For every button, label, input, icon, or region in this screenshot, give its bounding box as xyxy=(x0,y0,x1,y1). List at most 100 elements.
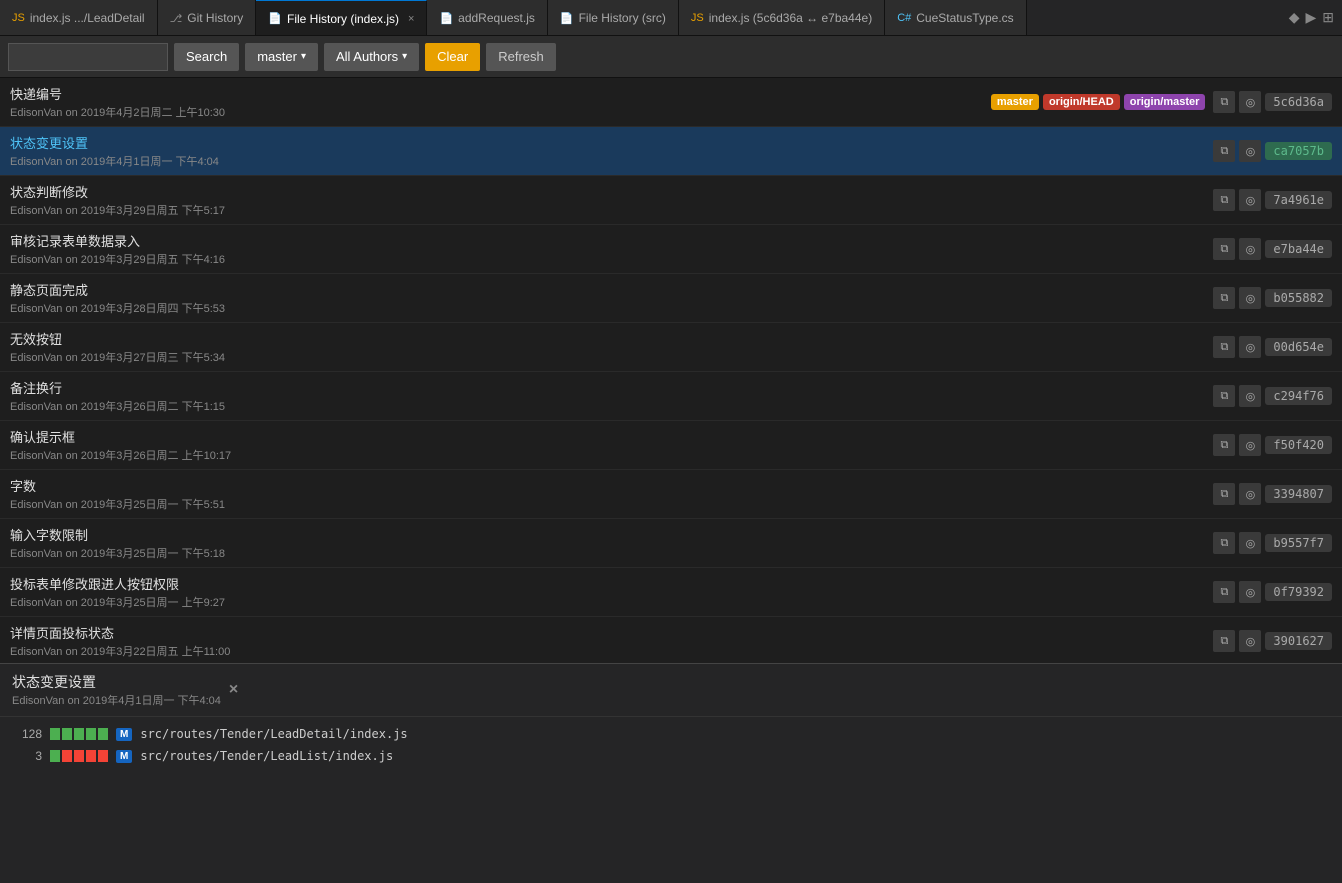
eye-icon[interactable]: ◎ xyxy=(1239,189,1261,211)
eye-icon[interactable]: ◎ xyxy=(1239,581,1261,603)
commit-meta: EdisonVan on 2019年4月1日周一 下午4:04 xyxy=(10,153,1205,169)
commit-hash: ca7057b xyxy=(1265,142,1332,160)
commit-row[interactable]: 状态变更设置EdisonVan on 2019年4月1日周一 下午4:04 ⧉◎c… xyxy=(0,127,1342,176)
eye-icon[interactable]: ◎ xyxy=(1239,287,1261,309)
commit-title: 审核记录表单数据录入 xyxy=(10,231,1205,250)
commit-hash: 5c6d36a xyxy=(1265,93,1332,111)
commit-list: 快递编号EdisonVan on 2019年4月2日周二 上午10:30mast… xyxy=(0,78,1342,663)
eye-icon[interactable]: ◎ xyxy=(1239,140,1261,162)
file-path[interactable]: src/routes/Tender/LeadDetail/index.js xyxy=(140,727,407,741)
bottom-panel-meta: EdisonVan on 2019年4月1日周一 下午4:04 xyxy=(12,692,221,708)
eye-icon[interactable]: ◎ xyxy=(1239,434,1261,456)
copy-icon[interactable]: ⧉ xyxy=(1213,91,1235,113)
file-stat: 128 xyxy=(12,727,42,741)
eye-icon[interactable]: ◎ xyxy=(1239,630,1261,652)
copy-icon[interactable]: ⧉ xyxy=(1213,581,1235,603)
authors-button[interactable]: All Authors ▾ xyxy=(324,43,419,71)
tab-cue-status[interactable]: C#CueStatusType.cs xyxy=(885,0,1026,36)
commit-row[interactable]: 静态页面完成EdisonVan on 2019年3月28日周四 下午5:53⧉◎… xyxy=(0,274,1342,323)
commit-title: 状态判断修改 xyxy=(10,182,1205,201)
commit-meta: EdisonVan on 2019年3月25日周一 下午5:51 xyxy=(10,496,1205,512)
tab-git-history[interactable]: ⎇Git History xyxy=(158,0,257,36)
file-path[interactable]: src/routes/Tender/LeadList/index.js xyxy=(140,749,393,763)
file-type-badge: M xyxy=(116,728,132,741)
tab-label-add-request: addRequest.js xyxy=(458,11,535,25)
copy-icon[interactable]: ⧉ xyxy=(1213,532,1235,554)
search-input[interactable] xyxy=(8,43,168,71)
file-row[interactable]: 3Msrc/routes/Tender/LeadList/index.js xyxy=(12,745,1330,767)
diamond-icon[interactable]: ◆ xyxy=(1289,9,1300,26)
commit-title: 确认提示框 xyxy=(10,427,1205,446)
commit-row[interactable]: 确认提示框EdisonVan on 2019年3月26日周二 上午10:17⧉◎… xyxy=(0,421,1342,470)
tab-icon-index-hash: JS xyxy=(691,12,704,24)
commit-meta: EdisonVan on 2019年4月2日周二 上午10:30 xyxy=(10,104,983,120)
eye-icon[interactable]: ◎ xyxy=(1239,91,1261,113)
tab-index-lead[interactable]: JS index.js .../LeadDetail xyxy=(0,0,158,36)
tab-label-git-history: Git History xyxy=(187,11,243,25)
tab-file-history-src[interactable]: 📄File History (src) xyxy=(548,0,679,36)
tab-icon-file-history-index: 📄 xyxy=(268,12,282,25)
clear-button[interactable]: Clear xyxy=(425,43,480,71)
copy-icon[interactable]: ⧉ xyxy=(1213,630,1235,652)
bottom-panel: 状态变更设置 EdisonVan on 2019年4月1日周一 下午4:04 ×… xyxy=(0,663,1342,883)
commit-row[interactable]: 审核记录表单数据录入EdisonVan on 2019年3月29日周五 下午4:… xyxy=(0,225,1342,274)
bottom-panel-files: 128 Msrc/routes/Tender/LeadDetail/index.j… xyxy=(0,717,1342,773)
copy-icon[interactable]: ⧉ xyxy=(1213,483,1235,505)
commit-title: 静态页面完成 xyxy=(10,280,1205,299)
commit-meta: EdisonVan on 2019年3月22日周五 上午11:00 xyxy=(10,643,1205,659)
eye-icon[interactable]: ◎ xyxy=(1239,385,1261,407)
commit-row[interactable]: 快递编号EdisonVan on 2019年4月2日周二 上午10:30mast… xyxy=(0,78,1342,127)
commit-row[interactable]: 详情页面投标状态EdisonVan on 2019年3月22日周五 上午11:0… xyxy=(0,617,1342,663)
commit-row[interactable]: 投标表单修改跟进人按钮权限EdisonVan on 2019年3月25日周一 上… xyxy=(0,568,1342,617)
commit-hash: c294f76 xyxy=(1265,387,1332,405)
commit-row[interactable]: 输入字数限制EdisonVan on 2019年3月25日周一 下午5:18⧉◎… xyxy=(0,519,1342,568)
commit-title: 状态变更设置 xyxy=(10,133,1205,152)
master-button[interactable]: master ▾ xyxy=(245,43,318,71)
commit-title: 无效按钮 xyxy=(10,329,1205,348)
file-type-badge: M xyxy=(116,750,132,763)
copy-icon[interactable]: ⧉ xyxy=(1213,336,1235,358)
grid-icon[interactable]: ⊞ xyxy=(1322,9,1334,26)
tab-add-request[interactable]: 📄addRequest.js xyxy=(427,0,547,36)
tab-close-file-history-index[interactable]: × xyxy=(408,13,414,25)
commit-hash: e7ba44e xyxy=(1265,240,1332,258)
commit-row[interactable]: 字数EdisonVan on 2019年3月25日周一 下午5:51⧉◎3394… xyxy=(0,470,1342,519)
commit-hash: 3901627 xyxy=(1265,632,1332,650)
commit-meta: EdisonVan on 2019年3月26日周二 下午1:15 xyxy=(10,398,1205,414)
eye-icon[interactable]: ◎ xyxy=(1239,532,1261,554)
master-caret-icon: ▾ xyxy=(301,51,306,62)
file-row[interactable]: 128 Msrc/routes/Tender/LeadDetail/index.j… xyxy=(12,723,1330,745)
commit-row[interactable]: 无效按钮EdisonVan on 2019年3月27日周三 下午5:34⧉◎00… xyxy=(0,323,1342,372)
eye-icon[interactable]: ◎ xyxy=(1239,238,1261,260)
copy-icon[interactable]: ⧉ xyxy=(1213,238,1235,260)
tab-icon-index-lead: JS xyxy=(12,12,25,24)
commit-title: 字数 xyxy=(10,476,1205,495)
bottom-panel-title: 状态变更设置 xyxy=(12,672,221,692)
copy-icon[interactable]: ⧉ xyxy=(1213,189,1235,211)
commit-meta: EdisonVan on 2019年3月25日周一 上午9:27 xyxy=(10,594,1205,610)
eye-icon[interactable]: ◎ xyxy=(1239,483,1261,505)
commit-meta: EdisonVan on 2019年3月29日周五 下午4:16 xyxy=(10,251,1205,267)
play-icon[interactable]: ▶ xyxy=(1305,9,1316,26)
tab-index-hash[interactable]: JSindex.js (5c6d36a ↔ e7ba44e) xyxy=(679,0,885,36)
commit-row[interactable]: 状态判断修改EdisonVan on 2019年3月29日周五 下午5:17 ⧉◎… xyxy=(0,176,1342,225)
refresh-button[interactable]: Refresh xyxy=(486,43,556,71)
copy-icon[interactable]: ⧉ xyxy=(1213,434,1235,456)
tab-file-history-index[interactable]: 📄File History (index.js)× xyxy=(256,0,427,36)
copy-icon[interactable]: ⧉ xyxy=(1213,385,1235,407)
commit-title: 备注换行 xyxy=(10,378,1205,397)
toolbar: Search master ▾ All Authors ▾ Clear Refr… xyxy=(0,36,1342,78)
commit-title: 输入字数限制 xyxy=(10,525,1205,544)
tab-icon-cue-status: C# xyxy=(897,12,911,24)
copy-icon[interactable]: ⧉ xyxy=(1213,287,1235,309)
commit-meta: EdisonVan on 2019年3月29日周五 下午5:17 xyxy=(10,202,1205,218)
bottom-panel-close-button[interactable]: × xyxy=(229,681,238,699)
copy-icon[interactable]: ⧉ xyxy=(1213,140,1235,162)
eye-icon[interactable]: ◎ xyxy=(1239,336,1261,358)
tab-label-index-lead: index.js .../LeadDetail xyxy=(30,11,145,25)
bottom-panel-header: 状态变更设置 EdisonVan on 2019年4月1日周一 下午4:04 × xyxy=(0,664,1342,717)
commit-hash: 0f79392 xyxy=(1265,583,1332,601)
commit-meta: EdisonVan on 2019年3月27日周三 下午5:34 xyxy=(10,349,1205,365)
commit-row[interactable]: 备注换行EdisonVan on 2019年3月26日周二 下午1:15 ⧉◎c2… xyxy=(0,372,1342,421)
search-button[interactable]: Search xyxy=(174,43,239,71)
